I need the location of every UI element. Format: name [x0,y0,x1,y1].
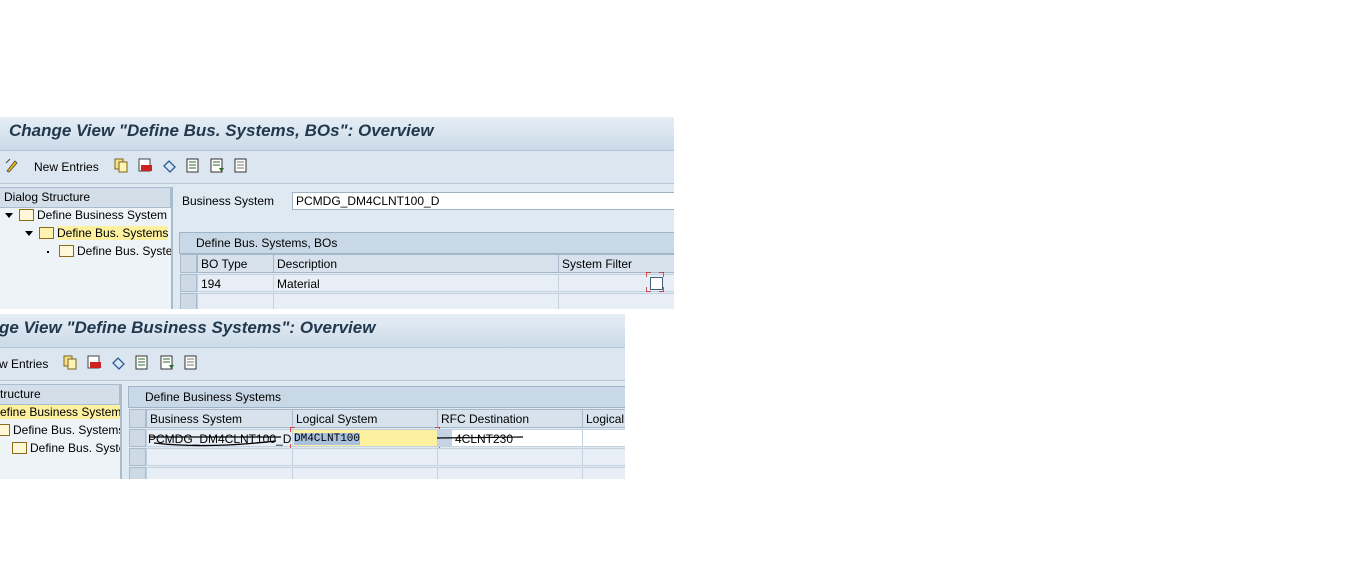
deselect-all-icon[interactable] [234,158,249,173]
cell-empty[interactable] [197,293,274,309]
copy-icon[interactable] [63,355,78,370]
strike-through [437,436,524,439]
title-bar: Change View "Define Bus. Systems, BOs": … [0,117,674,151]
col-bo-type[interactable]: BO Type [197,254,274,273]
col-business-system[interactable]: Business System [146,409,293,428]
select-block-icon[interactable] [160,355,175,370]
col-logical[interactable]: Logical [582,409,625,428]
group-title: Define Bus. Systems, BOs [179,232,674,254]
col-system-filter[interactable]: System Filter [558,254,674,273]
row-selector-empty[interactable] [180,293,197,309]
folder-icon [0,423,10,436]
system-filter-checkbox[interactable] [650,277,663,290]
tree-node-define-bus-systems[interactable]: Define Bus. Systems [0,422,120,439]
row-selector-empty[interactable] [129,448,146,466]
business-system-label: Business System [182,194,275,208]
tree-node-define-bus-syste[interactable]: Define Bus. Syste [44,243,171,260]
top-window: Change View "Define Bus. Systems, BOs": … [0,117,674,309]
folder-icon [19,208,34,221]
col-description[interactable]: Description [273,254,559,273]
cell-empty[interactable] [437,467,583,479]
tree-node-define-bus-syste[interactable]: Define Bus. Syste [12,440,120,457]
col-logical-system[interactable]: Logical System [292,409,438,428]
open-folder-icon [39,226,54,239]
tree-node-define-business-system[interactable]: Define Business System [5,207,167,224]
deselect-all-icon[interactable] [184,355,199,370]
business-system-field[interactable]: PCMDG_DM4CLNT100_D [292,192,674,210]
caret-down-icon[interactable] [5,213,13,219]
select-block-icon[interactable] [210,158,225,173]
cell-logical[interactable] [582,429,625,447]
tree-node-define-business-system[interactable]: efine Business System [0,404,120,421]
focus-frame [290,427,440,449]
bottom-window: ge View "Define Business Systems": Overv… [0,314,625,479]
display-change-icon[interactable] [5,158,20,173]
cell-empty[interactable] [582,448,625,466]
strike-through [149,436,281,447]
copy-icon[interactable] [114,158,129,173]
select-all-icon[interactable] [186,158,201,173]
cell-description[interactable]: Material [273,274,559,292]
bullet-icon [47,250,49,253]
dialog-structure-tree: tructure efine Business System Define Bu… [0,384,122,479]
header-row-selector[interactable] [129,409,146,428]
row-selector[interactable] [180,274,197,292]
cell-empty[interactable] [582,467,625,479]
cell-empty[interactable] [146,448,293,466]
toolbar: New Entries [0,151,674,184]
tree-node-define-bus-systems[interactable]: Define Bus. Systems [25,225,169,242]
cell-empty[interactable] [292,448,438,466]
group-title: Define Business Systems [128,386,625,408]
new-entries-button[interactable]: w Entries [0,357,48,371]
window-title: Change View "Define Bus. Systems, BOs": … [9,121,434,140]
caret-down-icon[interactable] [25,231,33,237]
toolbar: w Entries [0,348,625,381]
cell-empty[interactable] [558,293,674,309]
folder-icon [12,441,27,454]
undo-icon[interactable] [162,158,177,173]
window-title: ge View "Define Business Systems": Overv… [0,318,376,337]
tree-header: Dialog Structure [0,187,171,208]
delete-icon[interactable] [138,158,153,173]
undo-icon[interactable] [111,355,126,370]
header-row-selector[interactable] [180,254,197,273]
title-bar: ge View "Define Business Systems": Overv… [0,314,625,348]
cell-empty[interactable] [146,467,293,479]
tree-header: tructure [0,384,120,405]
new-entries-button[interactable]: New Entries [34,160,99,174]
cell-empty[interactable] [437,448,583,466]
cell-empty[interactable] [273,293,559,309]
cell-empty[interactable] [292,467,438,479]
dialog-structure-tree: Dialog Structure Define Business System … [0,187,173,309]
delete-icon[interactable] [87,355,102,370]
row-selector[interactable] [129,429,146,447]
col-rfc-destination[interactable]: RFC Destination [437,409,583,428]
select-all-icon[interactable] [135,355,150,370]
folder-icon [59,244,74,257]
cell-bo-type[interactable]: 194 [197,274,274,292]
row-selector-empty[interactable] [129,467,146,479]
